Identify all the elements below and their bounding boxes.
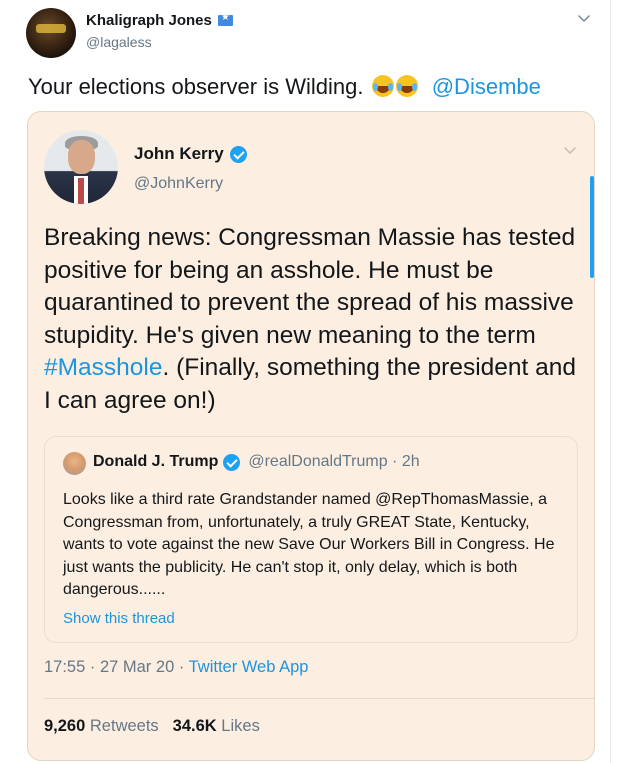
mention-link[interactable]: @Disembe bbox=[432, 74, 541, 99]
outer-tweet-text: Your elections observer is Wilding. @Dis… bbox=[28, 74, 541, 100]
outer-text-body: Your elections observer is Wilding. bbox=[28, 74, 364, 99]
source-link[interactable]: Twitter Web App bbox=[189, 658, 309, 676]
page-border bbox=[610, 0, 611, 763]
verified-badge-icon bbox=[229, 145, 247, 163]
outer-handle[interactable]: @lagaless bbox=[86, 34, 152, 50]
retweets-count: 9,260 bbox=[44, 717, 86, 735]
khaligraph-avatar[interactable] bbox=[26, 8, 76, 58]
show-thread-link[interactable]: Show this thread bbox=[63, 610, 175, 627]
trump-avatar[interactable] bbox=[63, 452, 86, 475]
outer-display-name[interactable]: Khaligraph Jones bbox=[86, 12, 212, 29]
chevron-down-icon[interactable] bbox=[576, 10, 592, 26]
scrollbar[interactable] bbox=[590, 176, 594, 278]
joy-emoji-icon bbox=[395, 75, 418, 97]
nested-display-name[interactable]: Donald J. Trump bbox=[93, 453, 218, 471]
quoted-author: John Kerry bbox=[134, 144, 247, 164]
retweets-stat[interactable]: 9,260 Retweets bbox=[44, 717, 159, 736]
nested-author: Donald J. Trump @realDonaldTrump · 2h bbox=[93, 453, 420, 471]
quoted-tweet-card[interactable]: John Kerry @JohnKerry Breaking news: Con… bbox=[27, 111, 595, 761]
tweet-timestamp: 17:55 · 27 Mar 20 · Twitter Web App bbox=[44, 658, 308, 677]
nested-tweet-text: Looks like a third rate Grandstander nam… bbox=[63, 491, 555, 598]
quoted-text-before: Breaking news: Congressman Massie has te… bbox=[44, 224, 576, 349]
chevron-down-icon[interactable] bbox=[562, 142, 578, 158]
likes-count: 34.6K bbox=[172, 717, 217, 735]
hashtag-link[interactable]: #Masshole bbox=[44, 354, 162, 381]
retweets-label: Retweets bbox=[89, 717, 159, 735]
divider bbox=[44, 698, 594, 699]
flag-badge-icon bbox=[217, 12, 233, 26]
likes-stat[interactable]: 34.6K Likes bbox=[173, 717, 260, 736]
likes-label: Likes bbox=[221, 717, 260, 735]
verified-badge-icon bbox=[223, 453, 241, 471]
quoted-display-name[interactable]: John Kerry bbox=[134, 144, 224, 164]
tweet-stats: 9,260 Retweets 34.6K Likes bbox=[44, 717, 260, 736]
nested-handle-time[interactable]: @realDonaldTrump · 2h bbox=[248, 453, 419, 471]
nested-tweet-card[interactable]: Donald J. Trump @realDonaldTrump · 2h Lo… bbox=[44, 436, 578, 643]
quoted-tweet-text: Breaking news: Congressman Massie has te… bbox=[44, 222, 584, 417]
outer-author: Khaligraph Jones bbox=[86, 12, 233, 29]
joy-emoji-icon bbox=[371, 75, 394, 97]
kerry-avatar[interactable] bbox=[44, 130, 118, 204]
timestamp-text[interactable]: 17:55 · 27 Mar 20 · bbox=[44, 658, 189, 676]
quoted-handle[interactable]: @JohnKerry bbox=[134, 175, 223, 193]
